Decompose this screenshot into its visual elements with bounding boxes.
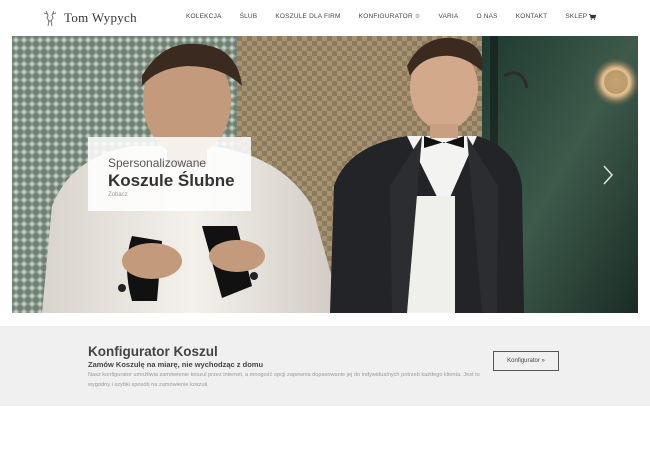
nav-item-konfigurator[interactable]: KONFIGURATOR ⚙ <box>359 13 421 20</box>
configurator-description: Nasz konfigurator umożliwia zamówienie k… <box>88 372 480 388</box>
hero-subtitle: Spersonalizowane <box>108 156 207 170</box>
site-header: Tom Wypych KOLEKCJA ŚLUB KOSZULE DLA FIR… <box>0 0 650 36</box>
nav-item-koszule-dla-firm[interactable]: KOSZULE DLA FIRM <box>275 13 340 20</box>
hero-title: Koszule Ślubne <box>108 171 235 190</box>
nav-item-sklep[interactable]: SKLEP <box>565 13 597 20</box>
nav-item-o-nas[interactable]: O NAS <box>476 13 497 20</box>
nav-item-slub[interactable]: ŚLUB <box>240 13 258 20</box>
nav-item-varia[interactable]: VARIA <box>438 13 458 20</box>
page: Tom Wypych KOLEKCJA ŚLUB KOSZULE DLA FIR… <box>0 0 650 450</box>
brand-name: Tom Wypych <box>64 10 137 25</box>
nav-item-kolekcja[interactable]: KOLEKCJA <box>186 13 222 20</box>
configurator-subtitle: Zamów Koszulę na miarę, nie wychodząc z … <box>88 360 264 369</box>
nav-item-kontakt[interactable]: KONTAKT <box>516 13 548 20</box>
logo[interactable]: Tom Wypych <box>40 8 137 28</box>
gear-icon: ⚙ <box>414 14 421 20</box>
chevron-right-icon[interactable] <box>601 164 615 186</box>
hero-see-link[interactable]: Zobacz <box>108 192 128 198</box>
deer-logo-icon <box>43 10 57 27</box>
configurator-button[interactable]: Konfigurator » <box>493 351 559 371</box>
nav-item-label: SKLEP <box>565 13 588 20</box>
nav-item-label: KONFIGURATOR <box>358 13 413 20</box>
cart-icon <box>589 13 597 20</box>
main-nav: KOLEKCJA ŚLUB KOSZULE DLA FIRM KONFIGURA… <box>186 13 597 20</box>
hero-slider <box>12 36 638 313</box>
configurator-title: Konfigurator Koszul <box>88 344 218 359</box>
